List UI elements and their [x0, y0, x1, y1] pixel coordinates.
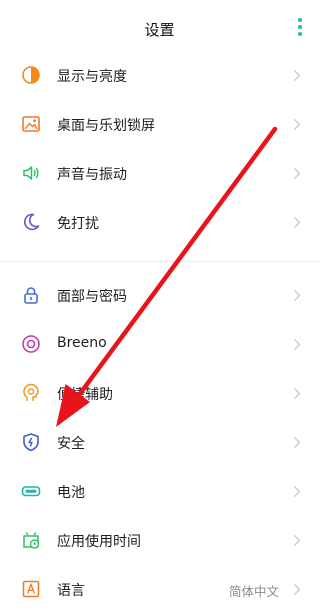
chevron-right-icon [294, 119, 301, 130]
settings-item-label: 便捷辅助 [57, 387, 113, 403]
chevron-right-icon [294, 339, 301, 350]
settings-item-label: Breeno [57, 335, 107, 351]
settings-item-label: 免打扰 [57, 216, 99, 232]
settings-item-label: 应用使用时间 [57, 534, 141, 550]
section-divider [0, 261, 319, 262]
settings-item-app-usage-time[interactable]: 应用使用时间 [0, 517, 319, 566]
settings-item-language[interactable]: 语言 简体中文 [0, 566, 319, 615]
settings-item-label: 电池 [57, 485, 85, 501]
settings-item-face-password[interactable]: 面部与密码 [0, 272, 319, 321]
battery-icon [21, 486, 41, 497]
wallpaper-icon [22, 116, 40, 132]
chevron-right-icon [294, 486, 301, 497]
chevron-right-icon [294, 168, 301, 179]
breeno-icon [22, 335, 40, 353]
settings-item-label: 声音与振动 [57, 167, 127, 183]
settings-item-label: 桌面与乐划锁屏 [57, 118, 155, 134]
language-icon [22, 580, 40, 598]
chevron-right-icon [294, 70, 301, 81]
settings-item-wallpaper[interactable]: 桌面与乐划锁屏 [0, 101, 319, 150]
app-header: 设置 [0, 0, 319, 52]
settings-item-security[interactable]: 安全 [0, 419, 319, 468]
language-value: 简体中文 [228, 584, 279, 599]
settings-item-label: 安全 [57, 436, 85, 452]
more-options-icon[interactable] [295, 18, 305, 36]
settings-item-label: 语言 [57, 583, 85, 599]
chevron-right-icon [294, 535, 301, 546]
settings-item-sound[interactable]: 声音与振动 [0, 150, 319, 199]
settings-item-battery[interactable]: 电池 [0, 468, 319, 517]
settings-item-display[interactable]: 显示与亮度 [0, 52, 319, 101]
chevron-right-icon [294, 437, 301, 448]
page-title: 设置 [144, 21, 175, 39]
settings-item-label: 面部与密码 [57, 289, 127, 305]
lock-icon [24, 287, 38, 304]
assist-icon [23, 383, 39, 401]
settings-item-breeno[interactable]: Breeno [0, 321, 319, 370]
settings-item-convenient-assist[interactable]: 便捷辅助 [0, 370, 319, 419]
app-time-icon [23, 532, 40, 549]
chevron-right-icon [294, 584, 301, 595]
speaker-icon [23, 166, 39, 180]
shield-icon [23, 433, 39, 452]
chevron-right-icon [294, 217, 301, 228]
brightness-icon [22, 66, 40, 84]
settings-item-do-not-disturb[interactable]: 免打扰 [0, 199, 319, 248]
chevron-right-icon [294, 388, 301, 399]
settings-item-label: 显示与亮度 [57, 69, 127, 85]
moon-icon [23, 213, 40, 231]
chevron-right-icon [294, 290, 301, 301]
